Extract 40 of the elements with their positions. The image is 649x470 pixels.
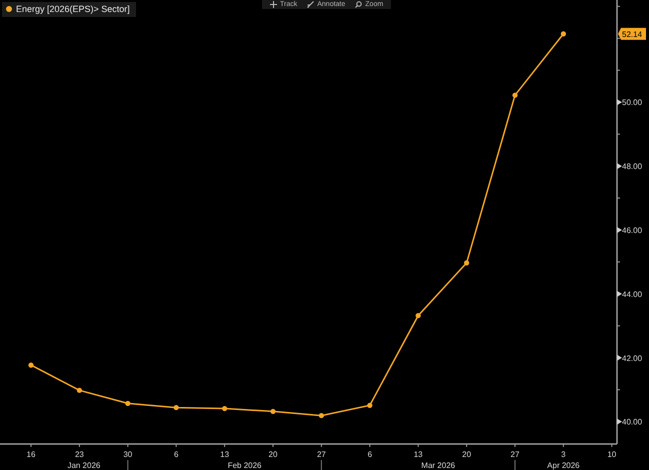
- month-label: Jan 2026: [67, 461, 100, 470]
- y-tick-label: 46.00: [622, 226, 642, 235]
- month-label: Feb 2026: [228, 461, 262, 470]
- x-tick-label: 13: [220, 450, 230, 459]
- legend-label: Energy [2026(EPS)> Sector]: [16, 4, 130, 14]
- data-point: [28, 362, 34, 368]
- y-tick-label: 48.00: [622, 162, 642, 172]
- data-point: [512, 92, 518, 98]
- x-tick-label: 13: [414, 450, 423, 459]
- data-point: [222, 406, 228, 412]
- y-tick-label: 42.00: [622, 354, 642, 363]
- x-tick-label: 20: [462, 450, 472, 459]
- month-label: Apr 2026: [547, 461, 580, 470]
- data-point: [270, 408, 276, 414]
- y-tick-label: 44.00: [622, 290, 642, 299]
- y-tick-label: 50.00: [622, 98, 642, 108]
- x-tick-label: 16: [26, 450, 36, 459]
- last-value-tag: 52.14: [618, 28, 646, 40]
- x-tick-label: 30: [123, 450, 132, 459]
- x-tick-label: 20: [268, 450, 278, 459]
- x-tick-label: 3: [561, 450, 566, 459]
- x-tick-label: 6: [174, 450, 178, 459]
- data-point: [76, 388, 82, 393]
- data-point: [560, 31, 566, 36]
- y-tick-label: 40.00: [622, 418, 642, 427]
- x-tick-label: 6: [368, 450, 372, 459]
- crosshair-icon: [270, 1, 277, 8]
- x-tick-label: 27: [510, 450, 520, 459]
- x-tick-label: 27: [316, 450, 326, 459]
- data-point: [125, 400, 130, 406]
- x-tick-label: 10: [607, 450, 616, 459]
- data-point: [416, 313, 421, 318]
- zoom-icon: [355, 1, 362, 8]
- data-point: [318, 412, 324, 418]
- data-point: [464, 260, 470, 266]
- data-point: [174, 404, 179, 410]
- x-tick-label: 23: [74, 450, 84, 459]
- month-label: Mar 2026: [421, 461, 456, 470]
- pencil-icon: [307, 1, 314, 8]
- data-point: [367, 402, 372, 408]
